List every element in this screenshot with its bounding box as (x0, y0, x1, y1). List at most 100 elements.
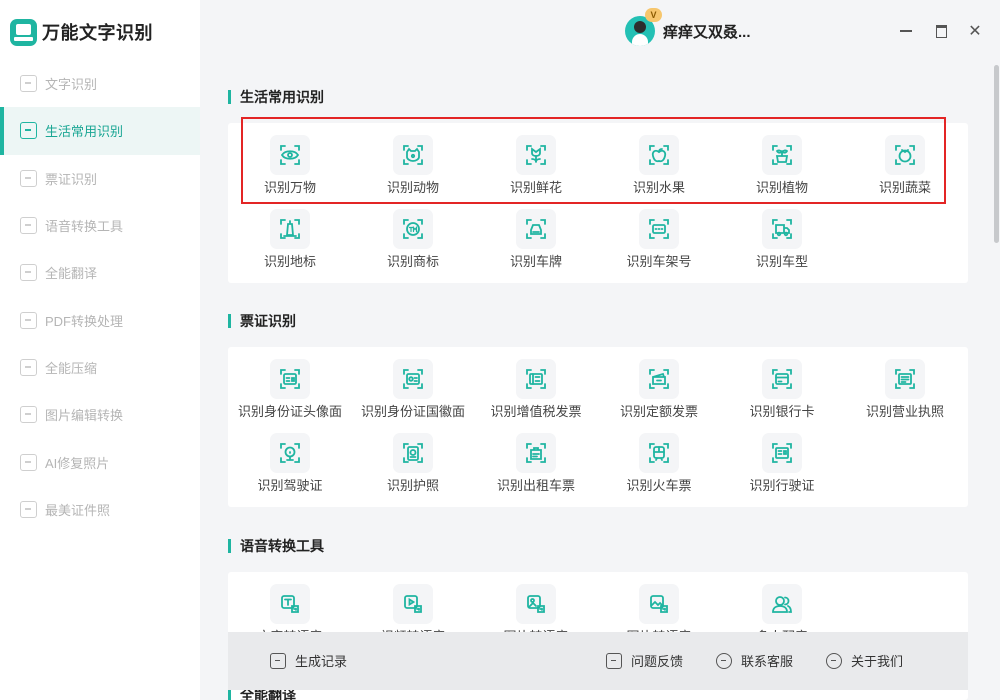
tile-label: 识别蔬菜 (878, 180, 931, 195)
image-to-speech-icon (516, 584, 556, 624)
landmark-icon (270, 209, 310, 249)
taxi-icon (516, 433, 556, 473)
image-edit-icon (20, 406, 37, 424)
about-button[interactable]: 关于我们 (826, 651, 903, 670)
tile-bank-card[interactable]: 识别银行卡 (720, 347, 840, 419)
scan-life-icon (20, 122, 37, 140)
tile-vehicle-license[interactable]: 识别行驶证 (720, 421, 840, 493)
history-label: 生成记录 (295, 654, 348, 669)
translate-icon (20, 264, 37, 282)
sidebar-item-ticket-recognition[interactable]: 票证识别 (0, 155, 200, 202)
flower-icon (516, 135, 556, 175)
support-icon (716, 652, 732, 669)
sidebar-item-label: PDF转换处理 (45, 313, 124, 329)
sidebar-item-ai-repair[interactable]: AI修复照片 (0, 438, 200, 485)
vin-icon (639, 209, 679, 249)
tile-taxi-ticket[interactable]: 识别出租车票 (474, 421, 594, 493)
sidebar-item-image-edit[interactable]: 图片编辑转换 (0, 391, 200, 438)
tile-quota-invoice[interactable]: 识别定额发票 (597, 347, 717, 419)
id-card-back-icon (393, 359, 433, 399)
car-icon (516, 209, 556, 249)
driver-license-icon (270, 433, 310, 473)
ai-repair-icon (20, 453, 37, 471)
info-icon (826, 652, 842, 669)
tile-vat-invoice[interactable]: 识别增值税发票 (474, 347, 594, 419)
feedback-label: 问题反馈 (631, 654, 684, 669)
tile-recognize-flower[interactable]: 识别鲜花 (474, 123, 594, 195)
app-brand: 万能文字识别 (10, 17, 153, 47)
video-to-speech-icon (393, 584, 433, 624)
tile-label: 识别营业执照 (865, 404, 944, 419)
sidebar: 万能文字识别 文字识别 生活常用识别 票证识别 语音转换工具 全能翻译 PDF转… (0, 0, 200, 700)
about-label: 关于我们 (851, 654, 904, 669)
sidebar-item-text-ocr[interactable]: 文字识别 (0, 60, 200, 107)
sidebar-item-pdf[interactable]: PDF转换处理 (0, 296, 200, 343)
minimize-icon[interactable] (895, 20, 917, 42)
truck-icon (762, 209, 802, 249)
tile-recognize-car-model[interactable]: 识别车型 (720, 197, 840, 269)
sidebar-item-label: 文字识别 (45, 77, 98, 93)
passport-icon (393, 433, 433, 473)
image-speech-icon (639, 584, 679, 624)
tile-recognize-fruit[interactable]: 识别水果 (597, 123, 717, 195)
train-icon (639, 433, 679, 473)
vat-invoice-icon (516, 359, 556, 399)
tile-recognize-vin[interactable]: 识别车架号 (597, 197, 717, 269)
scrollbar-thumb[interactable] (994, 65, 999, 243)
section-title-tickets: 票证识别 (228, 313, 296, 329)
sidebar-item-label: 语音转换工具 (45, 219, 124, 235)
tile-id-card-back[interactable]: 识别身份证国徽面 (351, 347, 471, 419)
trademark-icon (393, 209, 433, 249)
scanner-logo-icon (10, 18, 37, 46)
ticket-icon (20, 169, 37, 187)
history-icon (270, 652, 286, 669)
feedback-button[interactable]: 问题反馈 (606, 651, 683, 670)
sidebar-item-label: 生活常用识别 (45, 124, 124, 140)
tile-recognize-vegetable[interactable]: 识别蔬菜 (843, 123, 963, 195)
tile-recognize-landmark[interactable]: 识别地标 (228, 197, 348, 269)
sidebar-item-life-recognition[interactable]: 生活常用识别 (0, 107, 200, 155)
tile-id-card-front[interactable]: 识别身份证头像面 (228, 347, 348, 419)
history-button[interactable]: 生成记录 (270, 651, 347, 670)
apple-icon (639, 135, 679, 175)
vegetable-icon (885, 135, 925, 175)
bank-card-icon (762, 359, 802, 399)
sidebar-item-id-photo[interactable]: 最美证件照 (0, 486, 200, 533)
tile-recognize-plant[interactable]: 识别植物 (720, 123, 840, 195)
username[interactable]: 痒痒又双叒... (663, 21, 751, 42)
vip-badge: V (645, 8, 662, 22)
business-license-icon (885, 359, 925, 399)
sidebar-item-translate[interactable]: 全能翻译 (0, 249, 200, 296)
tile-recognize-trademark[interactable]: 识别商标 (351, 197, 471, 269)
feedback-icon (606, 652, 622, 669)
tile-label: 识别行驶证 (749, 478, 815, 493)
sidebar-item-label: 全能翻译 (45, 266, 98, 282)
tile-recognize-animal[interactable]: 识别动物 (351, 123, 471, 195)
maximize-icon[interactable] (930, 20, 952, 42)
sidebar-item-label: 最美证件照 (45, 502, 111, 518)
vehicle-license-icon (762, 433, 802, 473)
tile-recognize-license-plate[interactable]: 识别车牌 (474, 197, 594, 269)
ticket-recognition-card: 识别身份证头像面 识别身份证国徽面 识别增值税发票 识别定额发票 识别银行卡 识… (228, 347, 968, 507)
life-recognition-card: 识别万物 识别动物 识别鲜花 识别水果 识别植物 识别蔬菜 识别地标 识别商标 (228, 123, 968, 283)
tile-recognize-anything[interactable]: 识别万物 (228, 123, 348, 195)
close-icon[interactable]: ✕ (964, 20, 986, 42)
id-card-front-icon (270, 359, 310, 399)
user-profile[interactable]: V 痒痒又双叒... (625, 8, 751, 46)
tile-passport[interactable]: 识别护照 (351, 421, 471, 493)
users-icon (762, 584, 802, 624)
tile-business-license[interactable]: 识别营业执照 (843, 347, 963, 419)
sidebar-item-label: 全能压缩 (45, 360, 98, 376)
sidebar-item-speech-tools[interactable]: 语音转换工具 (0, 202, 200, 249)
tile-driver-license[interactable]: 识别驾驶证 (228, 421, 348, 493)
text-to-speech-icon (270, 584, 310, 624)
tile-train-ticket[interactable]: 识别火车票 (597, 421, 717, 493)
sidebar-nav: 文字识别 生活常用识别 票证识别 语音转换工具 全能翻译 PDF转换处理 全能压… (0, 60, 200, 533)
sidebar-item-compress[interactable]: 全能压缩 (0, 344, 200, 391)
tile-label: 识别车型 (755, 254, 808, 269)
plant-icon (762, 135, 802, 175)
bottom-bar: 生成记录 问题反馈 联系客服 关于我们 (228, 632, 968, 690)
support-button[interactable]: 联系客服 (716, 651, 793, 670)
sidebar-item-label: AI修复照片 (45, 455, 110, 471)
animal-icon (393, 135, 433, 175)
